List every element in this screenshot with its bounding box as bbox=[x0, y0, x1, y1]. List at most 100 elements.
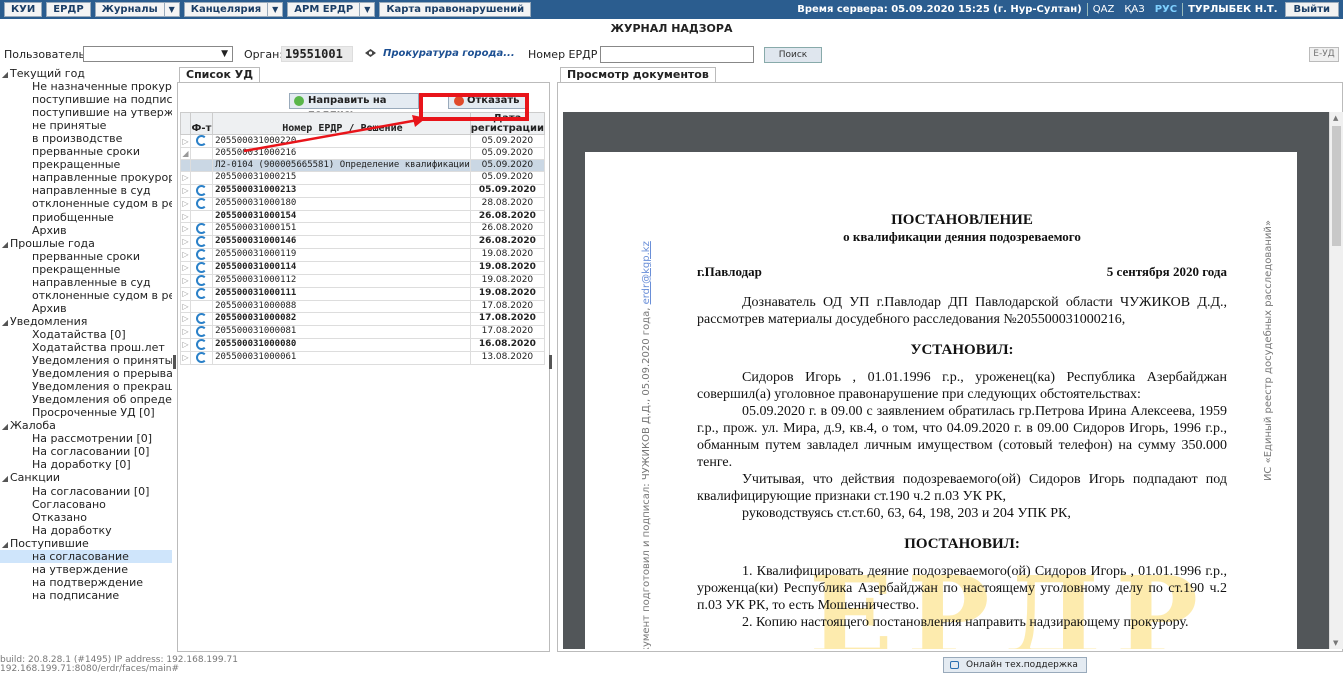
signature-email-link[interactable]: erdr@kgp.kz bbox=[641, 241, 652, 304]
online-support-button[interactable]: Онлайн тех.поддержка bbox=[943, 657, 1087, 673]
chevron-down-icon[interactable]: ▼ bbox=[359, 3, 374, 16]
row-expand-toggle[interactable]: ▷ bbox=[180, 234, 191, 249]
tree-item[interactable]: На рассмотрении [0] bbox=[0, 432, 172, 445]
document-viewport[interactable]: ЕРДР Документ подготовил и подписал: ЧУЖ… bbox=[563, 112, 1329, 649]
tree-item[interactable]: Согласовано bbox=[0, 498, 172, 511]
table-row[interactable]: ▷ 205500031000080 16.08.2020 bbox=[180, 337, 546, 352]
tree-item[interactable]: отклоненные судом в рег bbox=[0, 197, 172, 210]
tree-item[interactable]: прекращенные bbox=[0, 263, 172, 276]
table-row[interactable]: ▷ 205500031000151 26.08.2020 bbox=[180, 221, 546, 236]
tree-item[interactable]: Ходатайства прош.лет bbox=[0, 341, 172, 354]
row-expand-toggle[interactable]: ▷ bbox=[180, 209, 191, 223]
tree-item[interactable]: направленные в суд bbox=[0, 276, 172, 289]
organ-link[interactable]: Прокуратура города... bbox=[383, 48, 515, 59]
row-expand-toggle[interactable]: ▷ bbox=[180, 247, 191, 262]
tree-item[interactable]: Не назначенные прокуро bbox=[0, 80, 172, 93]
row-expand-toggle[interactable]: ▷ bbox=[180, 134, 191, 148]
row-expand-toggle[interactable]: ▷ bbox=[180, 273, 191, 288]
expand-triangle-icon[interactable]: ◢ bbox=[0, 316, 10, 328]
tab-ud-list[interactable]: Список УД bbox=[179, 67, 261, 82]
tree-item[interactable]: прерванные сроки bbox=[0, 145, 172, 158]
view-icon[interactable] bbox=[364, 48, 377, 58]
expand-triangle-icon[interactable]: ◢ bbox=[0, 538, 10, 550]
tree-item[interactable]: в производстве bbox=[0, 132, 172, 145]
tree-item[interactable]: Уведомления о прерыван bbox=[0, 367, 172, 380]
tree-item[interactable]: Уведомления о принятых bbox=[0, 354, 172, 367]
tree-group[interactable]: ◢ Санкции bbox=[0, 471, 172, 484]
scrollbar-thumb[interactable] bbox=[1332, 126, 1341, 246]
table-row[interactable]: ▷ 205500031000119 19.08.2020 bbox=[180, 247, 546, 262]
tree-item[interactable]: на подписание bbox=[0, 589, 172, 602]
tree-item[interactable]: На согласовании [0] bbox=[0, 445, 172, 458]
table-row[interactable]: ▷ 205500031000088 17.08.2020 bbox=[180, 299, 546, 313]
search-button[interactable]: Поиск bbox=[764, 47, 822, 63]
row-expand-toggle[interactable]: ▷ bbox=[180, 221, 191, 236]
chevron-down-icon[interactable]: ▼ bbox=[163, 3, 179, 16]
user-select[interactable]: ▼ bbox=[83, 46, 233, 62]
decision-row[interactable]: Л2-0104 (900005665581) Определение квали… bbox=[180, 159, 546, 173]
row-expand-toggle[interactable]: ▷ bbox=[180, 350, 191, 365]
table-row[interactable]: ▷ 205500031000112 19.08.2020 bbox=[180, 273, 546, 288]
tree-group[interactable]: ◢ Уведомления bbox=[0, 315, 172, 328]
table-row[interactable]: ▷ 205500031000082 17.08.2020 bbox=[180, 311, 546, 326]
table-row[interactable]: ▷ 205500031000081 17.08.2020 bbox=[180, 324, 546, 339]
menu-item-5[interactable]: Карта правонарушений bbox=[379, 2, 532, 17]
lang-kaz[interactable]: ҚАЗ bbox=[1119, 4, 1149, 15]
row-expand-toggle[interactable]: ◢ bbox=[180, 146, 191, 161]
table-row[interactable]: ▷ 205500031000114 19.08.2020 bbox=[180, 260, 546, 275]
table-row[interactable]: ▷ 205500031000215 05.09.2020 bbox=[180, 171, 546, 185]
expand-triangle-icon[interactable]: ◢ bbox=[0, 472, 10, 484]
tree-item[interactable]: поступившие на подпись bbox=[0, 93, 172, 106]
splitter-handle[interactable] bbox=[173, 355, 176, 369]
menu-item-4[interactable]: АРМ ЕРДР ▼ bbox=[287, 2, 376, 17]
splitter-handle[interactable] bbox=[549, 355, 552, 369]
column-header-format[interactable]: Ф-т bbox=[189, 112, 214, 135]
erdr-number-input[interactable] bbox=[600, 46, 754, 63]
tree-item[interactable]: На доработку [0] bbox=[0, 458, 172, 471]
tree-item[interactable]: направленные прокурору bbox=[0, 171, 172, 184]
scroll-down-icon[interactable]: ▼ bbox=[1333, 639, 1338, 647]
tree-item[interactable]: отклоненные судом в рег bbox=[0, 289, 172, 302]
exit-button[interactable]: Выйти bbox=[1284, 2, 1339, 17]
table-row[interactable]: ▷ 205500031000111 19.08.2020 bbox=[180, 286, 546, 301]
tree-item[interactable]: на согласование bbox=[0, 549, 172, 563]
table-row[interactable]: ▷ 205500031000154 26.08.2020 bbox=[180, 209, 546, 223]
table-row[interactable]: ▷ 205500031000180 28.08.2020 bbox=[180, 196, 546, 211]
tree-item[interactable]: на подтверждение bbox=[0, 576, 172, 589]
tree-item[interactable]: Просроченные УД [0] bbox=[0, 406, 172, 419]
menu-item-3[interactable]: Канцелярия ▼ bbox=[183, 2, 284, 17]
eud-button[interactable]: Е-УД bbox=[1309, 47, 1339, 62]
scroll-up-icon[interactable]: ▲ bbox=[1333, 114, 1338, 122]
tree-item[interactable]: Архив bbox=[0, 224, 172, 237]
table-row[interactable]: ▷ 205500031000061 13.08.2020 bbox=[180, 350, 546, 365]
tree-group[interactable]: ◢ Жалоба bbox=[0, 419, 172, 432]
tree-group[interactable]: ◢ Текущий год bbox=[0, 67, 172, 80]
document-scrollbar[interactable]: ▲ ▼ bbox=[1329, 112, 1343, 649]
tree-item[interactable]: поступившие на утвержд bbox=[0, 106, 172, 119]
tree-item[interactable]: прерванные сроки bbox=[0, 250, 172, 263]
row-expand-toggle[interactable]: ▷ bbox=[180, 324, 191, 339]
lang-qaz[interactable]: QAZ bbox=[1088, 4, 1120, 15]
row-expand-toggle[interactable]: ▷ bbox=[180, 171, 191, 185]
row-expand-toggle[interactable]: ▷ bbox=[180, 286, 191, 301]
row-expand-toggle[interactable]: ▷ bbox=[180, 183, 191, 198]
expand-triangle-icon[interactable]: ◢ bbox=[0, 420, 10, 432]
tree-item[interactable]: Уведомления об определ bbox=[0, 393, 172, 406]
menu-item-2[interactable]: Журналы ▼ bbox=[94, 2, 180, 17]
row-expand-toggle[interactable] bbox=[180, 159, 191, 173]
tree-item[interactable]: приобщенные bbox=[0, 211, 172, 224]
tree-item[interactable]: Ходатайства [0] bbox=[0, 328, 172, 341]
row-expand-toggle[interactable]: ▷ bbox=[180, 311, 191, 326]
expand-triangle-icon[interactable]: ◢ bbox=[0, 68, 10, 80]
tree-item[interactable]: прекращенные bbox=[0, 158, 172, 171]
menu-item-0[interactable]: КУИ bbox=[4, 2, 43, 17]
tree-item[interactable]: на утверждение bbox=[0, 563, 172, 576]
row-expand-toggle[interactable]: ▷ bbox=[180, 299, 191, 313]
menu-item-1[interactable]: ЕРДР bbox=[46, 2, 91, 17]
tree-item[interactable]: Уведомления о прекраще bbox=[0, 380, 172, 393]
tree-item[interactable]: Архив bbox=[0, 302, 172, 315]
table-row[interactable]: ▷ 205500031000213 05.09.2020 bbox=[180, 183, 546, 198]
tree-item[interactable]: не принятые bbox=[0, 119, 172, 132]
lang-rus[interactable]: РУС bbox=[1150, 4, 1182, 15]
tab-document-view[interactable]: Просмотр документов bbox=[560, 67, 716, 82]
